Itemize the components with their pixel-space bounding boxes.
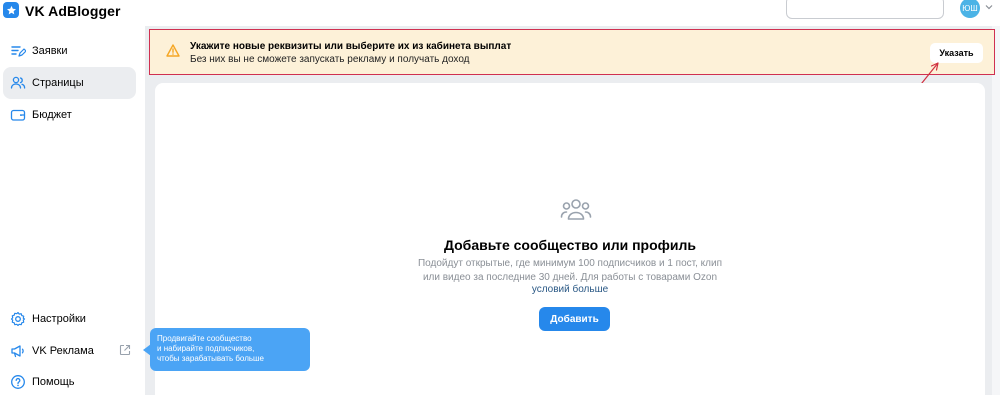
- avatar[interactable]: ЮШ: [960, 0, 980, 18]
- megaphone-icon: [11, 345, 24, 358]
- sidebar-item-label: VK Реклама: [32, 345, 94, 357]
- scroll-area-edge: [992, 26, 1000, 395]
- chevron-down-icon[interactable]: [985, 4, 993, 10]
- list-edit-icon: [11, 46, 26, 57]
- users-icon: [10, 76, 26, 89]
- sidebar-item-settings[interactable]: Настройки: [3, 303, 136, 335]
- tooltip-line: Продвигайте сообщество: [157, 334, 252, 343]
- banner-title: Укажите новые реквизиты или выберите их …: [190, 41, 512, 52]
- sidebar-item-vk-ads[interactable]: VK Реклама: [3, 335, 136, 367]
- sidebar-item-budget[interactable]: Бюджет: [3, 99, 136, 131]
- description-line: или видео за последние 30 дней. Для рабо…: [422, 272, 718, 283]
- promo-tooltip: Продвигайте сообщество и набирайте подпи…: [150, 328, 310, 371]
- sidebar-item-requests[interactable]: Заявки: [3, 35, 136, 67]
- tooltip-line: чтобы зарабатывать больше: [157, 354, 264, 363]
- users-icon: [560, 199, 592, 220]
- top-bar: VK AdBlogger ЮШ: [0, 0, 1000, 26]
- sidebar-item-pages[interactable]: Страницы: [3, 67, 136, 99]
- external-link-icon[interactable]: [119, 344, 131, 356]
- search-input[interactable]: [786, 0, 944, 19]
- banner-subtitle: Без них вы не сможете запускать рекламу …: [190, 54, 470, 65]
- tooltip-line: и набирайте подписчиков,: [157, 344, 255, 353]
- sidebar-item-label: Страницы: [32, 77, 84, 89]
- description-line: Подойдут открытые, где минимум 100 подпи…: [417, 258, 723, 269]
- wallet-icon: [10, 109, 26, 121]
- help-icon: [11, 375, 25, 389]
- sidebar-item-label: Помощь: [32, 376, 75, 388]
- sidebar-item-label: Настройки: [32, 313, 86, 325]
- star-icon[interactable]: [3, 2, 19, 18]
- sidebar-item-label: Бюджет: [32, 109, 72, 121]
- requisites-warning-banner: Укажите новые реквизиты или выберите их …: [149, 29, 995, 75]
- sidebar-item-label: Заявки: [32, 45, 68, 57]
- conditions-link[interactable]: условий больше: [155, 284, 985, 295]
- warning-icon: [166, 44, 180, 57]
- sidebar: Заявки Страницы Бюджет Настройки VK Рекл…: [0, 26, 145, 395]
- add-button[interactable]: Добавить: [539, 307, 610, 331]
- app-title[interactable]: VK AdBlogger: [25, 3, 121, 19]
- sidebar-item-help[interactable]: Помощь: [3, 366, 136, 395]
- empty-state-title: Добавьте сообщество или профиль: [443, 237, 696, 253]
- empty-state-description: Подойдут открытые, где минимум 100 подпи…: [410, 257, 730, 285]
- gear-icon: [10, 311, 26, 327]
